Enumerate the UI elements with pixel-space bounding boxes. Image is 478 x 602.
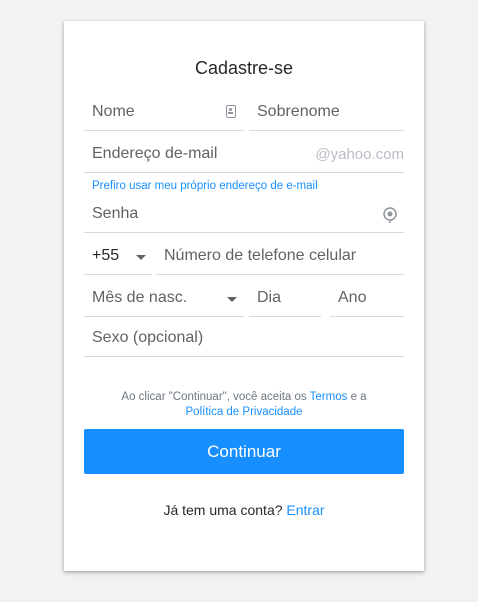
own-email-link[interactable]: Prefiro usar meu próprio endereço de e-m… <box>92 180 318 192</box>
email-placeholder: Endereço de-mail <box>92 145 218 162</box>
signin-prompt-text: Já tem uma conta? <box>163 502 283 518</box>
birth-month-placeholder: Mês de nasc. <box>92 289 188 306</box>
country-code-value: +55 <box>92 247 120 264</box>
gender-placeholder: Sexo (opcional) <box>92 329 204 346</box>
birth-month-select[interactable]: Mês de nasc. <box>84 283 244 317</box>
contact-card-icon[interactable] <box>226 105 236 118</box>
first-name-field[interactable]: Nome <box>84 97 244 131</box>
first-name-placeholder: Nome <box>92 103 135 120</box>
password-field[interactable]: Senha <box>84 199 404 233</box>
birth-year-field[interactable]: Ano <box>330 283 404 317</box>
signin-link[interactable]: Entrar <box>286 502 324 518</box>
show-password-icon[interactable] <box>382 206 398 224</box>
gender-field[interactable]: Sexo (opcional) <box>84 323 404 357</box>
terms-notice: Ao clicar "Continuar", você aceita os Te… <box>64 390 424 420</box>
birth-year-placeholder: Ano <box>338 289 367 306</box>
chevron-down-icon <box>227 297 237 302</box>
email-field[interactable]: Endereço de-mail @yahoo.com <box>84 139 404 173</box>
password-placeholder: Senha <box>92 205 139 222</box>
email-domain-suffix: @yahoo.com <box>315 146 404 163</box>
page-title: Cadastre-se <box>194 58 294 78</box>
terms-link[interactable]: Termos <box>310 391 348 403</box>
terms-prefix: Ao clicar "Continuar", você aceita os <box>121 391 307 403</box>
last-name-placeholder: Sobrenome <box>257 103 340 120</box>
privacy-link[interactable]: Política de Privacidade <box>186 406 303 418</box>
continue-button[interactable]: Continuar <box>84 429 404 474</box>
signup-card: Cadastre-se Nome Sobrenome Endereço de-m… <box>64 21 424 571</box>
birth-day-field[interactable]: Dia <box>249 283 321 317</box>
signin-prompt: Já tem uma conta? Entrar <box>64 502 424 518</box>
terms-conjunction: e a <box>350 391 367 403</box>
chevron-down-icon <box>136 255 146 260</box>
country-code-select[interactable]: +55 <box>84 241 152 275</box>
last-name-field[interactable]: Sobrenome <box>249 97 404 131</box>
phone-placeholder: Número de telefone celular <box>164 247 357 264</box>
phone-field[interactable]: Número de telefone celular <box>156 241 404 275</box>
birth-day-placeholder: Dia <box>257 289 282 306</box>
